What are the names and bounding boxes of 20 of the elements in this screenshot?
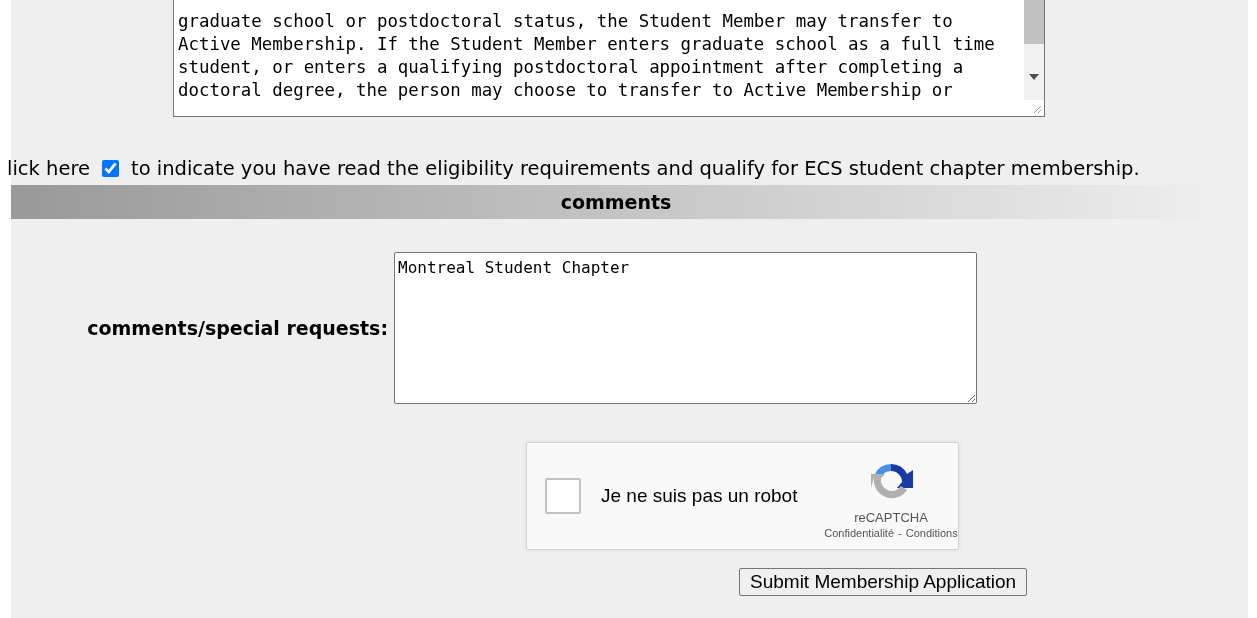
agreement-text: lick here bbox=[7, 156, 90, 180]
agreement-text: to indicate you have read the eligibility requirements and qualify for ECS student chapter membership. bbox=[131, 156, 1140, 180]
captcha-brand: reCAPTCHA bbox=[854, 509, 928, 525]
text-line: graduate school or postdoctoral status, the Student Member may transfer to bbox=[178, 10, 954, 33]
resize-grip-icon bbox=[1032, 104, 1042, 114]
captcha-checkbox[interactable] bbox=[545, 478, 581, 514]
submit-button[interactable]: Submit Membership Application bbox=[739, 568, 1028, 596]
eligibility-text-area[interactable] bbox=[173, 0, 1045, 117]
scroll-down-arrow-icon[interactable] bbox=[1029, 74, 1039, 80]
text-line: Active Membership. If the Student Member enters graduate school as a full time bbox=[178, 33, 996, 56]
captcha-label: Je ne suis pas un robot bbox=[601, 485, 799, 507]
text-line: student, or enters a qualifying postdoctoral appointment after completing a bbox=[178, 56, 965, 79]
text-line: doctoral degree, the person may choose to transfer to Active Membership or bbox=[178, 79, 954, 102]
agreement-checkbox[interactable] bbox=[102, 159, 119, 177]
privacy-link[interactable]: Confidentialité bbox=[824, 526, 895, 539]
comments-label: comments/special requests: bbox=[86, 317, 389, 339]
separator-text: - bbox=[898, 526, 902, 539]
terms-link[interactable]: Conditions bbox=[905, 526, 958, 539]
comments-field[interactable]: Montreal Student Chapter bbox=[394, 252, 977, 404]
scrollbar[interactable] bbox=[1024, 0, 1044, 100]
